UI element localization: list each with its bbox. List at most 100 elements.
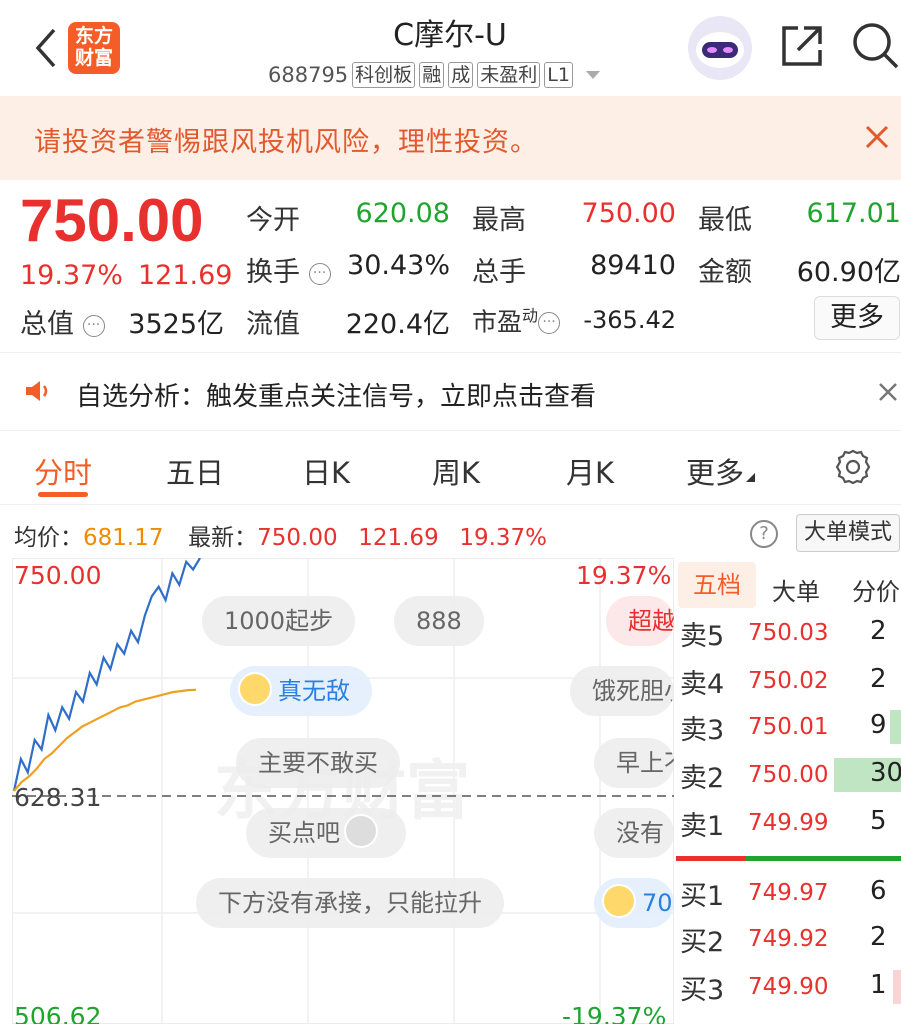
close-icon <box>865 125 889 149</box>
sticker-icon <box>344 814 378 848</box>
orderbook-tab-five[interactable]: 五档 <box>678 562 756 608</box>
bullet-comment[interactable]: 超越 <box>606 596 674 646</box>
low-label: 最低 <box>698 205 752 236</box>
ask-level-label: 卖2 <box>680 763 725 794</box>
divider <box>0 430 901 431</box>
turnover-value: 30.43% <box>347 250 450 281</box>
bullet-comment[interactable]: 1000起步 <box>202 596 356 646</box>
ask-level-volume: 9 <box>870 710 887 740</box>
change-amount: 121.69 <box>138 260 233 291</box>
bid-level-volume: 6 <box>870 876 887 906</box>
pe-sup: 动 <box>522 306 539 325</box>
bullet-comment[interactable]: 888 <box>394 596 484 646</box>
info-icon[interactable]: ··· <box>308 263 331 285</box>
bullet-comment[interactable]: 70 <box>594 878 674 928</box>
close-icon <box>879 383 897 401</box>
rabbit-avatar-icon <box>238 672 272 706</box>
bullet-comment[interactable]: 早上不 <box>594 738 674 788</box>
back-button[interactable] <box>30 26 70 70</box>
divider <box>0 352 901 353</box>
pe-value: -365.42 <box>583 306 676 334</box>
tab-five-day[interactable]: 五日 <box>166 450 224 492</box>
stock-code: 688795 <box>268 63 349 87</box>
ask-level-label: 卖1 <box>680 811 725 842</box>
latest-change-pct: 19.37% <box>459 525 548 551</box>
big-order-mode-button[interactable]: 大单模式 <box>796 514 900 552</box>
avg-label: 均价： <box>14 525 83 551</box>
tab-weekly-k[interactable]: 周K <box>432 450 480 492</box>
bullet-comment[interactable]: 饿死胆小 <box>570 666 674 716</box>
orderbook-split-bid <box>746 856 901 861</box>
tab-monthly-k[interactable]: 月K <box>566 450 614 492</box>
alert-text[interactable]: 自选分析：触发重点关注信号，立即点击查看 <box>76 376 596 413</box>
ask-level-label: 卖5 <box>680 621 725 652</box>
amount-value: 60.90亿 <box>796 257 901 288</box>
orderbook-tab-price[interactable]: 分价 <box>852 572 900 607</box>
info-icon[interactable]: ··· <box>82 315 105 337</box>
warning-close-button[interactable] <box>862 122 892 152</box>
tab-more[interactable]: 更多 <box>686 450 756 492</box>
bid-level-price: 749.90 <box>748 974 829 1000</box>
stock-subline[interactable]: 688795 科创板 融 成 未盈利 L1 <box>268 60 603 90</box>
chart-settings-button[interactable] <box>834 448 872 486</box>
search-button[interactable] <box>850 20 900 70</box>
turnover-label: 换手 ··· <box>246 250 331 289</box>
high-value: 750.00 <box>581 198 676 229</box>
bullet-comment[interactable]: 没有 <box>594 808 674 858</box>
info-icon[interactable]: ··· <box>538 312 561 335</box>
turnover-label-text: 换手 <box>246 257 300 288</box>
orderbook-tab-big[interactable]: 大单 <box>772 572 820 607</box>
bid-level-label: 买1 <box>680 881 725 912</box>
latest-label: 最新： <box>188 525 258 551</box>
logo-text-2: 财富 <box>74 47 113 69</box>
tag-level: L1 <box>544 62 573 88</box>
ask-level-price: 750.03 <box>748 620 829 646</box>
tag-board: 科创板 <box>352 62 416 88</box>
ask-level-price: 750.00 <box>748 762 829 788</box>
latest-value: 750.00 <box>257 525 338 551</box>
avg-price-series-line <box>13 688 197 792</box>
gear-icon <box>835 449 871 485</box>
ask-level-price: 750.01 <box>748 714 829 740</box>
axis-mid-left: 628.31 <box>14 783 102 812</box>
alert-close-button[interactable] <box>876 380 900 404</box>
bullet-comment[interactable]: 下方没有承接，只能拉升 <box>196 878 504 928</box>
bid-level-price: 749.92 <box>748 926 829 952</box>
float-value: 220.4亿 <box>345 309 450 340</box>
tag-component: 成 <box>448 62 474 88</box>
share-button[interactable] <box>778 22 826 70</box>
rabbit-avatar-icon <box>602 884 636 918</box>
bid-level-label: 买2 <box>680 927 725 958</box>
axis-bottom-right: -19.37% <box>562 1002 667 1024</box>
series-layer <box>12 558 201 792</box>
ask-level-volume: 5 <box>870 806 887 836</box>
price-series-line <box>12 558 201 792</box>
tag-margin: 融 <box>419 62 445 88</box>
help-icon[interactable]: ? <box>750 520 778 548</box>
volume-value: 89410 <box>590 250 676 281</box>
assistant-avatar[interactable] <box>688 16 752 80</box>
ask-level-volume: 30 <box>870 758 901 788</box>
tab-intraday[interactable]: 分时 <box>34 450 92 492</box>
avg-value: 681.17 <box>83 525 164 551</box>
axis-bottom-left: 506.62 <box>14 1002 102 1024</box>
orderbook-split-ask <box>676 856 746 861</box>
bullet-comment[interactable]: 主要不敢买 <box>236 738 400 788</box>
low-value: 617.01 <box>806 198 901 229</box>
bid-level-price: 749.97 <box>748 880 829 906</box>
mktcap-label: 总值 ··· <box>20 302 105 341</box>
high-label: 最高 <box>472 205 526 236</box>
app-logo: 东方 财富 <box>68 22 120 74</box>
tab-active-indicator <box>38 492 88 497</box>
latest-change: 121.69 <box>358 525 439 551</box>
tab-daily-k[interactable]: 日K <box>302 450 350 492</box>
ask-level-volume: 2 <box>870 616 887 646</box>
bid-level-volume: 2 <box>870 922 887 952</box>
bullet-comment[interactable]: 买点吧 <box>246 808 406 858</box>
bullet-text: 买点吧 <box>268 819 340 847</box>
mktcap-label-text: 总值 <box>20 309 74 340</box>
speaker-icon <box>24 378 54 404</box>
more-quote-button[interactable]: 更多 <box>814 296 900 340</box>
bullet-comment[interactable]: 真无敌 <box>230 666 372 716</box>
volume-label: 总手 <box>472 257 526 288</box>
